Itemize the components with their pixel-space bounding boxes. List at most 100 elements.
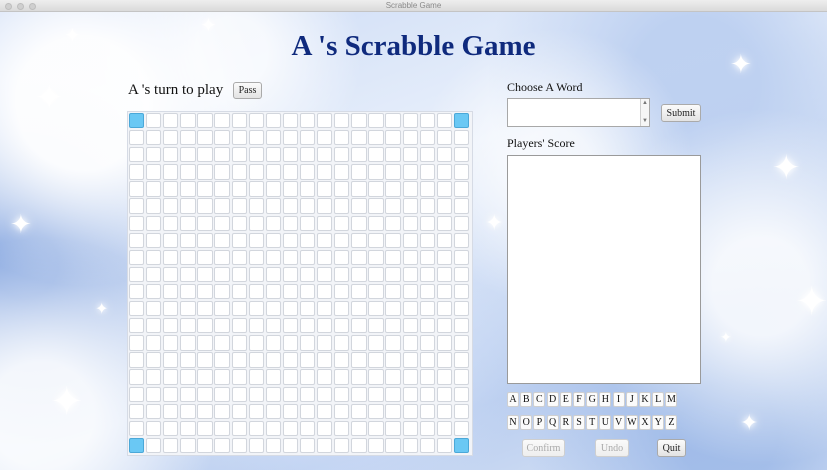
board-cell-corner[interactable]: [453, 113, 470, 129]
board-cell[interactable]: [351, 164, 367, 180]
board-cell[interactable]: [163, 318, 179, 334]
board-cell[interactable]: [368, 318, 384, 334]
board-cell[interactable]: [299, 335, 316, 351]
board-cell[interactable]: [299, 420, 316, 436]
board-cell[interactable]: [265, 266, 282, 283]
board-cell[interactable]: [146, 386, 162, 402]
board-cell[interactable]: [334, 266, 350, 283]
board-cell[interactable]: [351, 437, 367, 454]
pass-button[interactable]: Pass: [233, 82, 262, 99]
board-cell[interactable]: [334, 232, 350, 248]
board-cell[interactable]: [180, 386, 196, 402]
board-cell[interactable]: [214, 386, 230, 402]
letter-tile-b[interactable]: B: [520, 392, 533, 407]
board-cell[interactable]: [180, 318, 196, 334]
board-cell[interactable]: [197, 352, 213, 368]
board-cell[interactable]: [265, 403, 282, 419]
board-cell[interactable]: [146, 249, 162, 266]
board-cell[interactable]: [197, 403, 213, 419]
board-cell[interactable]: [163, 232, 179, 248]
undo-button[interactable]: Undo: [595, 439, 629, 457]
board-cell[interactable]: [180, 420, 196, 436]
board-cell[interactable]: [282, 420, 299, 436]
board-cell[interactable]: [214, 403, 230, 419]
board-cell[interactable]: [129, 198, 145, 214]
board-cell[interactable]: [317, 437, 333, 454]
board-cell-corner[interactable]: [129, 437, 145, 454]
board-cell[interactable]: [368, 369, 384, 385]
board-cell[interactable]: [368, 266, 384, 283]
board-cell[interactable]: [419, 215, 435, 231]
board-cell[interactable]: [436, 335, 452, 351]
board-cell[interactable]: [265, 198, 282, 214]
board-cell[interactable]: [317, 301, 333, 317]
board-cell[interactable]: [334, 249, 350, 266]
board-cell[interactable]: [436, 113, 452, 129]
board-cell[interactable]: [265, 437, 282, 454]
board-cell[interactable]: [197, 198, 213, 214]
board-cell[interactable]: [231, 352, 247, 368]
chevron-up-icon[interactable]: ▲: [641, 99, 649, 108]
board-cell[interactable]: [282, 113, 299, 129]
letter-tile-a[interactable]: A: [507, 392, 519, 407]
board-cell[interactable]: [214, 420, 230, 436]
board-cell[interactable]: [419, 420, 435, 436]
board-cell[interactable]: [419, 437, 435, 454]
board-cell[interactable]: [419, 164, 435, 180]
board-cell[interactable]: [129, 249, 145, 266]
board-cell[interactable]: [129, 215, 145, 231]
board-cell[interactable]: [248, 283, 264, 300]
board-cell[interactable]: [231, 266, 247, 283]
board-cell[interactable]: [180, 369, 196, 385]
board-cell[interactable]: [163, 386, 179, 402]
board-cell[interactable]: [334, 215, 350, 231]
board-cell[interactable]: [180, 249, 196, 266]
board-cell[interactable]: [317, 232, 333, 248]
board-cell[interactable]: [231, 369, 247, 385]
board-cell[interactable]: [163, 369, 179, 385]
board-cell[interactable]: [231, 403, 247, 419]
board-cell[interactable]: [197, 301, 213, 317]
board-cell[interactable]: [180, 181, 196, 197]
board-cell[interactable]: [385, 113, 401, 129]
board-cell[interactable]: [402, 283, 418, 300]
board-cell[interactable]: [299, 249, 316, 266]
board-cell[interactable]: [248, 198, 264, 214]
board-cell[interactable]: [197, 420, 213, 436]
board-cell[interactable]: [282, 266, 299, 283]
board-cell[interactable]: [197, 335, 213, 351]
board-cell[interactable]: [146, 181, 162, 197]
board-cell[interactable]: [317, 215, 333, 231]
board-cell[interactable]: [334, 198, 350, 214]
board-cell[interactable]: [248, 266, 264, 283]
board-cell[interactable]: [453, 249, 470, 266]
letter-tile-c[interactable]: C: [533, 392, 546, 407]
board-cell[interactable]: [146, 215, 162, 231]
board-cell[interactable]: [282, 181, 299, 197]
board-cell[interactable]: [299, 147, 316, 163]
board-cell[interactable]: [334, 437, 350, 454]
board-cell[interactable]: [368, 420, 384, 436]
board-cell[interactable]: [197, 215, 213, 231]
board-cell[interactable]: [180, 335, 196, 351]
board-cell[interactable]: [453, 147, 470, 163]
letter-tile-v[interactable]: V: [612, 415, 625, 430]
board-cell[interactable]: [419, 249, 435, 266]
board-cell[interactable]: [282, 249, 299, 266]
board-cell[interactable]: [248, 147, 264, 163]
board-cell[interactable]: [419, 147, 435, 163]
board-cell[interactable]: [453, 386, 470, 402]
board-cell[interactable]: [299, 113, 316, 129]
letter-tile-q[interactable]: Q: [546, 415, 559, 430]
board-cell[interactable]: [146, 403, 162, 419]
letter-tile-i[interactable]: I: [612, 392, 625, 407]
board-cell[interactable]: [351, 215, 367, 231]
board-cell[interactable]: [163, 283, 179, 300]
board-cell[interactable]: [282, 437, 299, 454]
board-cell[interactable]: [129, 164, 145, 180]
board-cell[interactable]: [146, 164, 162, 180]
board-cell[interactable]: [214, 437, 230, 454]
board-cell[interactable]: [231, 198, 247, 214]
board-cell[interactable]: [334, 113, 350, 129]
board-cell[interactable]: [385, 352, 401, 368]
